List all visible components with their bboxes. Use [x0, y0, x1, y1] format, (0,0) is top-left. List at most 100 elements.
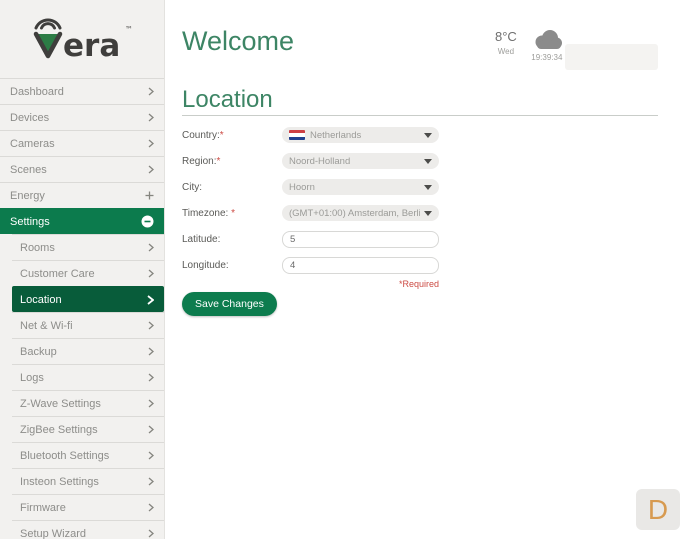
label-text: City:: [182, 182, 202, 193]
sidebar-item-setup-wizard[interactable]: Setup Wizard: [12, 520, 164, 539]
latitude-input[interactable]: [282, 231, 439, 248]
section-title: Location: [182, 86, 273, 114]
dropdown-arrow-icon: [424, 185, 432, 190]
save-changes-button[interactable]: Save Changes: [182, 292, 277, 316]
label-text: Latitude:: [182, 234, 220, 245]
sidebar-item-label: Setup Wizard: [20, 528, 86, 539]
chevron-right-icon: [148, 373, 154, 382]
timezone-label: Timezone: *: [182, 208, 282, 219]
page-title: Welcome: [182, 26, 294, 57]
dropdown-arrow-icon: [424, 133, 432, 138]
overlay-d-badge[interactable]: D: [636, 489, 680, 530]
required-asterisk: *: [220, 130, 224, 141]
form-row-latitude: Latitude:: [182, 231, 439, 247]
required-note: *Required: [182, 279, 439, 289]
chevron-right-icon: [148, 87, 154, 96]
sidebar-item-customer-care[interactable]: Customer Care: [12, 260, 164, 286]
sidebar-item-label: ZigBee Settings: [20, 424, 98, 436]
label-text: Country:: [182, 130, 220, 141]
form-row-region: Region:* Noord-Holland: [182, 153, 439, 169]
label-text: Region:: [182, 156, 216, 167]
sidebar-item-dashboard[interactable]: Dashboard: [0, 78, 164, 104]
sidebar-item-energy[interactable]: Energy: [0, 182, 164, 208]
sidebar-item-devices[interactable]: Devices: [0, 104, 164, 130]
dropdown-arrow-icon: [424, 159, 432, 164]
weather-widget: 8°C Wed 19:39:34: [495, 29, 563, 62]
chevron-right-icon: [148, 477, 154, 486]
region-value: Noord-Holland: [289, 156, 420, 167]
sidebar-item-label: Customer Care: [20, 268, 95, 280]
chevron-right-icon: [148, 165, 154, 174]
sidebar-item-logs[interactable]: Logs: [12, 364, 164, 390]
chevron-right-icon: [148, 451, 154, 460]
city-value: Hoorn: [289, 182, 420, 193]
sidebar-item-label: Dashboard: [10, 86, 64, 98]
required-asterisk: *: [231, 208, 235, 219]
sidebar-item-net-wifi[interactable]: Net & Wi-fi: [12, 312, 164, 338]
netherlands-flag-icon: [289, 130, 305, 140]
sidebar-item-zwave-settings[interactable]: Z-Wave Settings: [12, 390, 164, 416]
latitude-label: Latitude:: [182, 234, 282, 245]
chevron-right-icon: [147, 295, 154, 305]
vera-logo: era ™: [0, 0, 164, 78]
city-select[interactable]: Hoorn: [282, 179, 439, 195]
sidebar-item-firmware[interactable]: Firmware: [12, 494, 164, 520]
cloud-icon: [531, 29, 563, 50]
chevron-right-icon: [148, 425, 154, 434]
sidebar-item-location[interactable]: Location: [12, 286, 164, 312]
clock-time: 19:39:34: [531, 53, 562, 62]
sidebar-item-label: Scenes: [10, 164, 47, 176]
chevron-right-icon: [148, 269, 154, 278]
longitude-input[interactable]: [282, 257, 439, 274]
country-select[interactable]: Netherlands: [282, 127, 439, 143]
region-label: Region:*: [182, 156, 282, 167]
required-asterisk: *: [216, 156, 220, 167]
chevron-right-icon: [148, 139, 154, 148]
label-text: Timezone:: [182, 208, 231, 219]
sidebar-menu: Dashboard Devices Cameras Scenes: [0, 78, 164, 539]
chevron-right-icon: [148, 113, 154, 122]
sidebar-item-label: Energy: [10, 190, 45, 202]
timezone-value: (GMT+01:00) Amsterdam, Berlin, Bern: [289, 208, 420, 219]
chevron-right-icon: [148, 503, 154, 512]
chevron-right-icon: [148, 243, 154, 252]
vera-logo-icon: era ™: [30, 15, 134, 63]
sidebar-item-label: Z-Wave Settings: [20, 398, 101, 410]
chevron-right-icon: [148, 399, 154, 408]
sidebar-item-scenes[interactable]: Scenes: [0, 156, 164, 182]
longitude-label: Longitude:: [182, 260, 282, 271]
timezone-select[interactable]: (GMT+01:00) Amsterdam, Berlin, Bern: [282, 205, 439, 221]
section-divider: [182, 115, 658, 116]
settings-submenu: Rooms Customer Care Location: [12, 234, 164, 539]
logo-trademark: ™: [125, 25, 133, 34]
plus-icon: [145, 191, 154, 200]
app-window: era ™ Dashboard Devices Cameras: [0, 0, 690, 539]
sidebar-item-label: Net & Wi-fi: [20, 320, 73, 332]
country-value: Netherlands: [310, 130, 420, 141]
sidebar-item-cameras[interactable]: Cameras: [0, 130, 164, 156]
chevron-right-icon: [148, 321, 154, 330]
sidebar: era ™ Dashboard Devices Cameras: [0, 0, 165, 539]
form-row-longitude: Longitude:: [182, 257, 439, 273]
city-label: City:: [182, 182, 282, 193]
sidebar-item-insteon-settings[interactable]: Insteon Settings: [12, 468, 164, 494]
sidebar-item-label: Insteon Settings: [20, 476, 99, 488]
main-content: Welcome 8°C Wed 19:39:34 Location: [165, 0, 690, 539]
sidebar-item-backup[interactable]: Backup: [12, 338, 164, 364]
sidebar-item-label: Location: [20, 294, 62, 306]
sidebar-item-rooms[interactable]: Rooms: [12, 234, 164, 260]
sidebar-item-bluetooth-settings[interactable]: Bluetooth Settings: [12, 442, 164, 468]
sidebar-item-settings[interactable]: Settings: [0, 208, 164, 234]
sidebar-item-label: Bluetooth Settings: [20, 450, 109, 462]
logo-text: era: [63, 28, 120, 63]
sidebar-item-label: Rooms: [20, 242, 55, 254]
sidebar-item-zigbee-settings[interactable]: ZigBee Settings: [12, 416, 164, 442]
header-account-panel[interactable]: [565, 44, 658, 70]
minus-circle-icon: [141, 215, 154, 228]
sidebar-item-label: Logs: [20, 372, 44, 384]
location-form: Country:* Netherlands Region:* Noord-Hol…: [182, 127, 439, 283]
temperature-value: 8°C: [495, 29, 517, 44]
chevron-right-icon: [148, 529, 154, 538]
weather-day: Wed: [498, 47, 514, 56]
region-select[interactable]: Noord-Holland: [282, 153, 439, 169]
